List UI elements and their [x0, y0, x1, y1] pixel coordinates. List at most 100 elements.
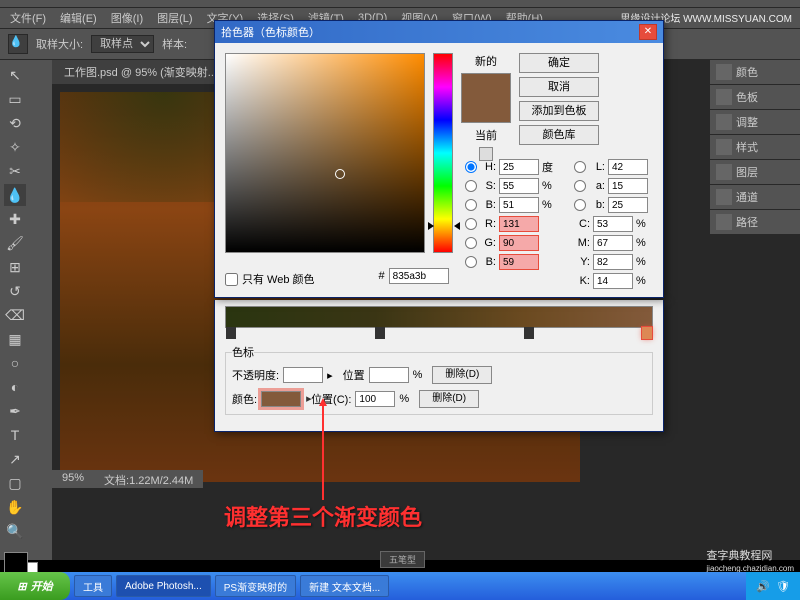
status-bar: 95% 文档:1.22M/2.44M [52, 470, 203, 488]
ime-indicator[interactable]: 五笔型 [380, 551, 425, 568]
gradient-tool-icon[interactable]: ▦ [4, 328, 26, 350]
l-input[interactable] [608, 159, 648, 175]
panel-color[interactable]: 颜色 [710, 60, 800, 85]
web-only-checkbox[interactable] [225, 273, 238, 286]
color-cursor-icon[interactable] [335, 169, 345, 179]
delete-color-button[interactable]: 删除(D) [419, 390, 479, 408]
l-radio[interactable] [574, 161, 586, 173]
panel-adjustments[interactable]: 调整 [710, 110, 800, 135]
panel-styles[interactable]: 样式 [710, 135, 800, 160]
color-field[interactable] [225, 53, 425, 253]
a-radio[interactable] [574, 180, 586, 192]
delete-opacity-button[interactable]: 删除(D) [432, 366, 492, 384]
shape-tool-icon[interactable]: ▢ [4, 472, 26, 494]
dialog-titlebar[interactable]: 拾色器（色标颜色） ✕ [215, 21, 663, 43]
gradient-color-swatch[interactable] [261, 391, 301, 407]
panel-channels[interactable]: 通道 [710, 185, 800, 210]
add-swatch-button[interactable]: 添加到色板 [519, 101, 599, 121]
c-input[interactable] [593, 216, 633, 232]
a-input[interactable] [608, 178, 648, 194]
r-radio[interactable] [465, 218, 477, 230]
b-radio[interactable] [465, 199, 477, 211]
history-brush-icon[interactable]: ↺ [4, 280, 26, 302]
menu-file[interactable]: 文件(F) [4, 8, 52, 28]
h-input[interactable] [499, 159, 539, 175]
healing-tool-icon[interactable]: ✚ [4, 208, 26, 230]
taskbar-button[interactable]: 工具 [74, 575, 112, 597]
right-panels: 颜色 色板 调整 样式 图层 通道 路径 [710, 60, 800, 235]
zoom-tool-icon[interactable]: 🔍 [4, 520, 26, 542]
tray-icon[interactable]: 🛡 [776, 580, 790, 593]
opacity-input [283, 367, 323, 383]
path-tool-icon[interactable]: ↗ [4, 448, 26, 470]
marquee-tool-icon[interactable]: ▭ [4, 88, 26, 110]
a-label: a: [589, 180, 605, 192]
s-input[interactable] [499, 178, 539, 194]
menu-layer[interactable]: 图层(L) [151, 8, 198, 28]
m-input[interactable] [593, 235, 633, 251]
bb-input[interactable] [499, 254, 539, 270]
b2-input[interactable] [608, 197, 648, 213]
gradient-stop-selected[interactable] [642, 327, 652, 339]
position-input-2[interactable] [355, 391, 395, 407]
gradient-bar[interactable] [225, 306, 653, 328]
gradient-stop[interactable] [524, 327, 534, 339]
taskbar-button[interactable]: PS渐变映射的 [215, 575, 296, 597]
wand-tool-icon[interactable]: ✧ [4, 136, 26, 158]
bb-radio[interactable] [465, 256, 477, 268]
taskbar-button[interactable]: 新建 文本文档... [300, 575, 389, 597]
eyedropper-tool-icon[interactable]: 💧 [8, 34, 28, 54]
hex-input[interactable] [389, 268, 449, 284]
move-tool-icon[interactable]: ↖ [4, 64, 26, 86]
hue-slider[interactable] [433, 53, 453, 253]
lasso-tool-icon[interactable]: ⟲ [4, 112, 26, 134]
c-label: C: [574, 218, 590, 230]
system-tray[interactable]: 🔊 🛡 [746, 572, 800, 600]
hue-marker-icon[interactable] [428, 222, 460, 230]
s-radio[interactable] [465, 180, 477, 192]
tray-icon[interactable]: 🔊 [756, 580, 770, 593]
start-button[interactable]: ⊞开始 [0, 572, 70, 600]
y-input[interactable] [593, 254, 633, 270]
document-tab[interactable]: 工作图.psd @ 95% (渐变映射... [52, 60, 230, 84]
zoom-level[interactable]: 95% [62, 472, 84, 486]
b2-radio[interactable] [574, 199, 586, 211]
b-input[interactable] [499, 197, 539, 213]
tool-panel: ↖ ▭ ⟲ ✧ ✂ 💧 ✚ 🖌 ⊞ ↺ ⌫ ▦ ○ ◐ ✒ T ↗ ▢ ✋ 🔍 [0, 60, 52, 560]
cancel-button[interactable]: 取消 [519, 77, 599, 97]
g-input[interactable] [499, 235, 539, 251]
close-icon[interactable]: ✕ [639, 24, 657, 40]
eraser-tool-icon[interactable]: ⌫ [4, 304, 26, 326]
taskbar-button[interactable]: Adobe Photosh... [116, 575, 211, 597]
g-radio[interactable] [465, 237, 477, 249]
gradient-stop[interactable] [226, 327, 236, 339]
panel-paths[interactable]: 路径 [710, 210, 800, 235]
color-lib-button[interactable]: 颜色库 [519, 125, 599, 145]
window-titlebar[interactable] [0, 0, 800, 8]
blur-tool-icon[interactable]: ○ [4, 352, 26, 374]
menu-edit[interactable]: 编辑(E) [54, 8, 103, 28]
eyedropper-tool-icon[interactable]: 💧 [4, 184, 26, 206]
stamp-tool-icon[interactable]: ⊞ [4, 256, 26, 278]
k-label: K: [574, 275, 590, 287]
brush-tool-icon[interactable]: 🖌 [4, 232, 26, 254]
panel-swatches[interactable]: 色板 [710, 85, 800, 110]
crop-tool-icon[interactable]: ✂ [4, 160, 26, 182]
sample-size-select[interactable]: 取样点 [91, 35, 154, 53]
current-color-swatch[interactable] [462, 98, 510, 122]
web-only-label: 只有 Web 颜色 [242, 271, 315, 287]
gradient-stop[interactable] [375, 327, 385, 339]
dodge-tool-icon[interactable]: ◐ [4, 376, 26, 398]
k-input[interactable] [593, 273, 633, 289]
s-label: S: [480, 180, 496, 192]
type-tool-icon[interactable]: T [4, 424, 26, 446]
hand-tool-icon[interactable]: ✋ [4, 496, 26, 518]
ok-button[interactable]: 确定 [519, 53, 599, 73]
styles-panel-icon [716, 139, 732, 155]
h-radio[interactable] [465, 161, 477, 173]
r-input[interactable] [499, 216, 539, 232]
pen-tool-icon[interactable]: ✒ [4, 400, 26, 422]
windows-logo-icon: ⊞ [17, 580, 26, 593]
panel-layers[interactable]: 图层 [710, 160, 800, 185]
menu-image[interactable]: 图像(I) [105, 8, 149, 28]
